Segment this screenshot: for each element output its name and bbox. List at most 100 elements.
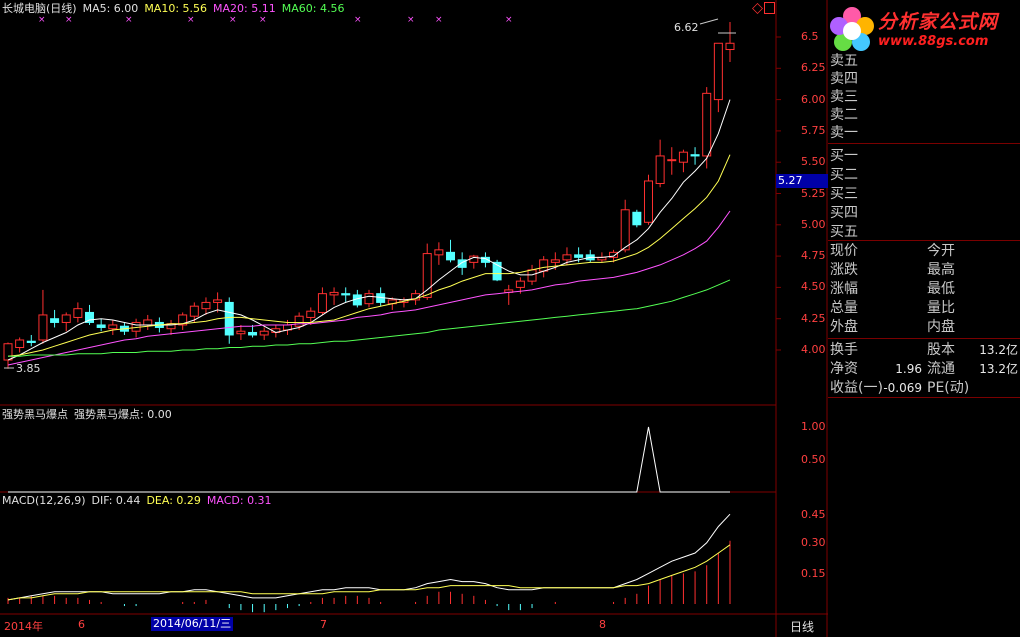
cross-marker: × [505,15,513,25]
guben-label: 股本 [927,342,955,358]
time-year: 2014年 [4,620,43,633]
price-tick: 4.50 [801,280,826,294]
panel-divider [828,338,1020,339]
liutong-label: 流通 [927,361,955,377]
macd-axis-1: 0.45 [801,508,826,521]
candle-body [539,259,549,272]
candle-body [259,330,269,336]
candle-body [655,155,665,184]
price-tick: 4.25 [801,311,826,325]
ind-axis-2: 0.50 [801,453,826,466]
panel-divider [828,397,1020,398]
quote-label: 内盘 [927,319,955,335]
dea-label: DEA: 0.29 [146,494,201,507]
candle-body [341,293,351,296]
price-tick: 6.25 [801,61,826,75]
sell-level: 卖四 [830,71,858,87]
pe-label: PE(动) [927,380,970,396]
candle-body [143,319,153,326]
sell-level: 卖一 [830,125,858,141]
candle-body [422,253,432,298]
buy-level: 买四 [830,205,858,221]
dif-line [7,513,731,601]
price-tick: 6.5 [801,30,819,43]
guben-value: 13.2亿 [979,343,1018,357]
price-tick: 5.75 [801,123,826,137]
ma20-label: MA20: 5.11 [213,2,276,15]
candle-body [306,310,316,318]
macd-label: MACD: 0.31 [206,494,272,507]
candle-body [96,324,106,328]
candle-body [632,211,642,226]
candle-body [702,92,712,157]
candle-body [213,299,223,303]
stock-title: 长城电脑(日线) [2,2,77,15]
sell-level: 卖三 [830,89,858,105]
quote-label: 总量 [830,300,858,316]
candle-body [678,151,688,163]
ma5-label: MA5: 6.00 [82,2,139,15]
quote-label: 今开 [927,243,955,259]
dif-label: DIF: 0.44 [91,494,141,507]
sell-level: 卖五 [830,53,858,69]
candle-body [38,314,48,341]
cross-marker: × [259,15,267,25]
quote-label: 最低 [927,281,955,297]
high-arrow [699,18,719,25]
sell-level: 卖二 [830,107,858,123]
indicator1-name: 强势黑马爆点 [2,408,68,421]
quote-label: 涨跌 [830,262,858,278]
cross-marker: × [229,15,237,25]
candle-body [317,293,327,313]
high-annotation: 6.62 [674,21,699,34]
cross-marker: × [407,15,415,25]
jingzi-value: 1.96 [895,362,922,376]
cross-marker: × [65,15,73,25]
buy-level: 买一 [830,148,858,164]
cross-marker: × [187,15,195,25]
candle-body [294,315,304,327]
candle-body [725,42,735,51]
candle-body [446,251,456,261]
cross-marker: × [435,15,443,25]
quote-label: 涨幅 [830,281,858,297]
indicator1-value: 强势黑马爆点: 0.00 [74,408,172,421]
panel-divider [828,240,1020,241]
candle-body [15,339,25,348]
price-tick: 5.00 [801,217,826,231]
macd-header: MACD(12,26,9) DIF: 0.44 DEA: 0.29 MACD: 0.3… [2,494,278,508]
candle-body [574,254,584,258]
jingzi-label: 净资 [830,361,858,377]
macd-axis-2: 0.30 [801,536,826,549]
macd-axis-3: 0.15 [801,567,826,580]
candle-body [73,308,83,318]
panel-divider [828,143,1020,144]
price-tick: 4.75 [801,249,826,263]
buy-level: 买五 [830,224,858,240]
shouyi-value: -0.069 [883,381,922,395]
candle-body [329,291,339,296]
ind-axis-1: 1.00 [801,420,826,433]
indicator1-header: 强势黑马爆点 强势黑马爆点: 0.00 [2,408,178,422]
quote-label: 量比 [927,300,955,316]
current-price-tag: 5.27 [776,174,828,188]
huanshou-label: 换手 [830,342,858,358]
quote-label: 外盘 [830,319,858,335]
low-annotation: 3.85 [16,362,41,375]
candle-body [515,280,525,288]
candle-body [562,254,572,261]
buy-level: 买二 [830,167,858,183]
ma60-label: MA60: 4.56 [281,2,345,15]
window-icon[interactable] [764,2,775,14]
flower-logo-icon [830,7,874,51]
kline-chart[interactable]: × × × × × × × × × × [0,0,828,637]
candle-body [61,314,71,323]
period-label[interactable]: 日线 [790,618,814,635]
candle-body [690,154,700,157]
candle-body [434,249,444,256]
ma10-label: MA10: 5.56 [144,2,208,15]
candle-body [201,301,211,310]
candle-body [224,301,234,336]
candle-body [50,318,60,323]
candle-body [248,331,258,336]
